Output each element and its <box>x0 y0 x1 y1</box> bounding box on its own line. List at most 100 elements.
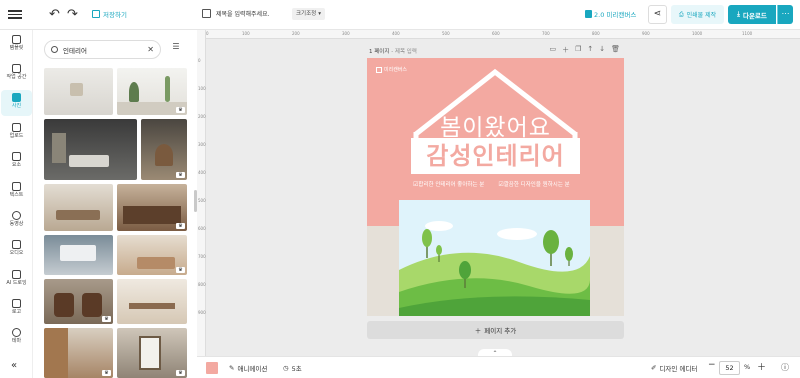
checklist[interactable]: 합리한 인테리어 좋아하는 분 깔끔한 디자인을 원하시는 분 <box>413 180 569 188</box>
collapse-panel-icon[interactable]: « <box>11 360 17 371</box>
undo-icon[interactable]: ↶ <box>49 7 60 22</box>
page-title-input[interactable]: 제목 입력 <box>395 49 417 55</box>
top-bar: ↶ ↷ 저장하기 제목을 입력해주세요. 크기조정 ▾ 2.0 미리캔버스 ⋖ … <box>0 0 800 30</box>
upgrade-button[interactable]: 2.0 미리캔버스 <box>585 9 636 19</box>
rail-item-theme[interactable]: 테마 <box>1 325 32 351</box>
save-button[interactable]: 저장하기 <box>92 9 127 19</box>
photo-thumb-outlet[interactable] <box>44 68 113 115</box>
rail-item-photos[interactable]: 사진 <box>1 90 32 116</box>
play-icon <box>12 211 21 220</box>
photo-thumb-lounge[interactable] <box>44 184 113 231</box>
rail-label: 로고 <box>11 309 22 315</box>
download-label: 다운로드 <box>742 11 767 20</box>
zoom-out-icon[interactable]: − <box>708 360 716 370</box>
landscape-illustration[interactable] <box>399 200 590 316</box>
photo-thumb-kitchen[interactable]: ♛ <box>44 328 113 378</box>
folder-icon <box>12 64 21 73</box>
photo-thumb-mirror[interactable]: ♛ <box>117 328 187 378</box>
zoom-unit: % <box>744 363 751 371</box>
photo-thumb-cabinet[interactable]: ♛ <box>117 184 187 231</box>
menu-icon[interactable] <box>8 8 22 22</box>
photo-thumb-vintage[interactable]: ♛ <box>141 119 187 180</box>
premium-crown-icon: ♛ <box>176 223 185 229</box>
zoom-input[interactable]: 52 <box>719 361 740 375</box>
headline[interactable]: 봄이왔어요 <box>367 108 624 142</box>
print-button[interactable]: ⎙ 인쇄물 제작 <box>671 5 724 24</box>
photo-thumb-bedroom[interactable]: ♛ <box>117 235 187 275</box>
search-input[interactable]: 인테리어 ✕ <box>44 40 161 59</box>
logo-icon <box>12 299 21 308</box>
title-input[interactable]: 제목을 입력해주세요. <box>216 9 270 18</box>
rail-item-video[interactable]: 동영상 <box>1 208 32 234</box>
image-icon <box>12 93 21 102</box>
rail-item-audio[interactable]: 오디오 <box>1 237 32 263</box>
animation-button[interactable]: ✎ 애니메이션 <box>229 363 267 373</box>
search-icon <box>51 46 58 53</box>
filter-icon[interactable]: ☰ <box>169 42 183 56</box>
zoom-in-icon[interactable]: ＋ <box>757 360 766 373</box>
photo-thumb-plants[interactable]: ♛ <box>117 68 187 115</box>
clear-icon[interactable]: ✕ <box>147 45 154 54</box>
rail-item-ai-drawing[interactable]: AI 드로잉 <box>1 267 32 293</box>
brush-icon: ✐ <box>651 364 657 372</box>
duplicate-icon[interactable]: ❐ <box>575 45 581 55</box>
upgrade-label: 2.0 미리캔버스 <box>594 11 637 19</box>
add-page-button[interactable]: ＋ 페이지 추가 <box>367 321 624 339</box>
background-color-swatch[interactable] <box>206 362 218 374</box>
photo-panel: 인테리어 ✕ ☰ ♛ ♛ ♛ ♛ ♛ ♛ ♛ <box>33 30 197 378</box>
rail-item-workspace[interactable]: 작업 공간 <box>1 61 32 87</box>
photo-thumb-dark-living[interactable] <box>44 119 137 180</box>
ruler-left: 0 100 200 300 400 500 600 700 800 900 <box>197 30 206 356</box>
move-up-icon[interactable]: ↑ <box>587 45 593 55</box>
check-item-1: 합리한 인테리어 좋아하는 분 <box>413 180 484 188</box>
rail-label: 작업 공간 <box>6 74 27 80</box>
move-down-icon[interactable]: ↓ <box>599 45 605 55</box>
premium-crown-icon: ♛ <box>102 316 111 322</box>
subheadline[interactable]: 감성인테리어 <box>411 138 580 174</box>
design-editor-button[interactable]: ✐ 디자인 에디터 <box>651 363 697 373</box>
resize-dropdown[interactable]: 크기조정 ▾ <box>292 8 326 20</box>
rail-item-templates[interactable]: 템플릿 <box>1 32 32 58</box>
add-page-label: 페이지 추가 <box>484 327 517 335</box>
duration-button[interactable]: ◷ 5초 <box>283 363 302 373</box>
note-icon[interactable]: ▭ <box>549 45 556 55</box>
rail-item-elements[interactable]: 요소 <box>1 149 32 175</box>
plus-icon: ＋ <box>474 327 482 335</box>
photo-thumb-blue-room[interactable] <box>44 235 113 275</box>
design-canvas[interactable]: 미리캔버스 봄이왔어요 감성인테리어 합리한 인테리어 좋아하는 분 깔끔한 디… <box>367 58 624 316</box>
rail-label: 동영상 <box>9 221 24 227</box>
editor-app: ↶ ↷ 저장하기 제목을 입력해주세요. 크기조정 ▾ 2.0 미리캔버스 ⋖ … <box>0 0 800 378</box>
printer-icon: ⎙ <box>678 10 684 18</box>
redo-icon[interactable]: ↷ <box>67 7 78 22</box>
page-number: 1 페이지 <box>369 49 390 55</box>
text-icon <box>12 182 21 191</box>
premium-crown-icon: ♛ <box>176 370 185 376</box>
shapes-icon <box>12 152 21 161</box>
rail-label: AI 드로잉 <box>6 280 27 286</box>
search-value: 인테리어 <box>63 46 87 55</box>
rail-label: 오디오 <box>9 250 24 256</box>
download-button[interactable]: ⤓ 다운로드 <box>728 5 776 24</box>
rail-item-logo[interactable]: 로고 <box>1 296 32 322</box>
cloud-save-icon <box>92 10 100 18</box>
photo-thumb-chairs[interactable]: ♛ <box>44 279 113 324</box>
page-header: 1 페이지 - 제목 입력 ▭ ＋ ❐ ↑ ↓ 🗑 <box>367 45 624 57</box>
more-options-button[interactable]: ⋯ <box>777 5 793 24</box>
rail-label: 템플릿 <box>9 45 24 51</box>
rail-item-upload[interactable]: 업로드 <box>1 120 32 146</box>
design-editor-label: 디자인 에디터 <box>659 365 698 373</box>
rail-label: 요소 <box>11 162 22 168</box>
add-page-icon[interactable]: ＋ <box>562 45 569 55</box>
chevron-down-icon: ▾ <box>318 11 322 17</box>
help-icon[interactable]: ⓘ <box>781 362 789 373</box>
photo-thumb-desk[interactable] <box>117 279 187 324</box>
rail-item-text[interactable]: 텍스트 <box>1 179 32 205</box>
document-icon <box>202 9 211 18</box>
share-button[interactable]: ⋖ <box>648 5 667 24</box>
delete-icon[interactable]: 🗑 <box>611 45 620 55</box>
resize-label: 크기조정 <box>296 11 317 17</box>
save-label: 저장하기 <box>103 11 127 19</box>
rail-label: 사진 <box>11 103 22 109</box>
animation-label: 애니메이션 <box>237 365 268 373</box>
ruler-top: 0 100 200 300 400 500 600 700 800 900 1000 1100 <box>206 30 800 39</box>
